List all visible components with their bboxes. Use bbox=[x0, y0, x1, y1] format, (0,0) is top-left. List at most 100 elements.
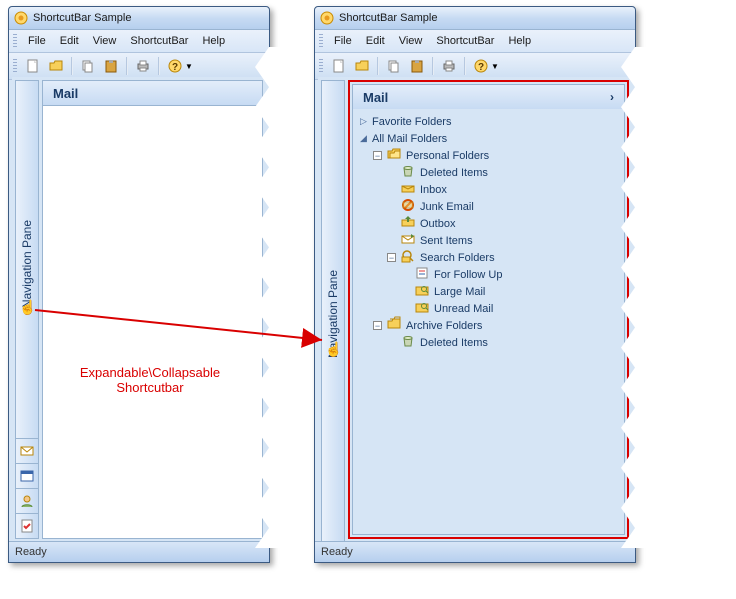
svg-text:?: ? bbox=[172, 62, 178, 73]
menu-help[interactable]: Help bbox=[501, 33, 538, 49]
menu-view[interactable]: View bbox=[392, 33, 430, 49]
menu-help[interactable]: Help bbox=[195, 33, 232, 49]
shortcut-calendar-button[interactable] bbox=[16, 463, 38, 488]
menubar-grip[interactable] bbox=[13, 34, 17, 48]
mail-header[interactable]: Mail › bbox=[352, 84, 625, 109]
tree-section-allmail[interactable]: ◢ All Mail Folders bbox=[359, 130, 618, 147]
menu-edit[interactable]: Edit bbox=[359, 33, 392, 49]
highlighted-region: Mail › ▷ Favorite Folders ◢ All Mail Fol… bbox=[348, 80, 629, 539]
tree-item-label: Sent Items bbox=[420, 235, 473, 247]
navpane-label: Navigation Pane bbox=[20, 219, 34, 307]
tree-item[interactable]: − Personal Folders bbox=[359, 147, 618, 164]
tree-item[interactable]: − Search Folders bbox=[359, 249, 618, 266]
shortcut-tasks-button[interactable] bbox=[16, 513, 38, 538]
toolbar-grip[interactable] bbox=[319, 59, 323, 73]
tree-item[interactable]: Unread Mail bbox=[359, 300, 618, 317]
print-button[interactable] bbox=[132, 55, 154, 77]
tree-section-favorites[interactable]: ▷ Favorite Folders bbox=[359, 113, 618, 130]
toolbar: ? ▼ bbox=[9, 53, 269, 80]
app-icon bbox=[14, 11, 28, 25]
content-pane: Mail bbox=[42, 80, 263, 539]
menubar-grip[interactable] bbox=[319, 34, 323, 48]
tree-item-label: Large Mail bbox=[434, 286, 485, 298]
print-button[interactable] bbox=[438, 55, 460, 77]
window-title: ShortcutBar Sample bbox=[339, 12, 437, 24]
expander-minus-icon[interactable]: − bbox=[373, 321, 382, 330]
expander-spacer bbox=[387, 202, 396, 211]
menu-shortcutbar[interactable]: ShortcutBar bbox=[429, 33, 501, 49]
toolbar-divider bbox=[432, 57, 434, 75]
window-expanded: ShortcutBar Sample File Edit View Shortc… bbox=[314, 6, 636, 563]
cursor-hand-icon: ☝ bbox=[19, 299, 36, 316]
statusbar: Ready bbox=[315, 541, 635, 562]
menu-edit[interactable]: Edit bbox=[53, 33, 86, 49]
expander-spacer bbox=[387, 219, 396, 228]
help-button[interactable]: ? bbox=[164, 55, 186, 77]
tree-label: All Mail Folders bbox=[372, 133, 447, 145]
mail-header-title: Mail bbox=[363, 90, 388, 105]
tree-item[interactable]: Inbox bbox=[359, 181, 618, 198]
copy-button[interactable] bbox=[77, 55, 99, 77]
tree-item[interactable]: Large Mail bbox=[359, 283, 618, 300]
help-dropdown-icon[interactable]: ▼ bbox=[491, 62, 499, 71]
expander-spacer bbox=[387, 168, 396, 177]
shortcut-mail-button[interactable] bbox=[16, 439, 38, 463]
annotation-text: Expandable\Collapsable Shortcutbar bbox=[60, 365, 240, 395]
status-text: Ready bbox=[15, 546, 47, 558]
shortcut-contacts-button[interactable] bbox=[16, 488, 38, 513]
toolbar-grip[interactable] bbox=[13, 59, 17, 73]
tree-item-label: Search Folders bbox=[420, 252, 495, 264]
shortcutbar-expanded-handle[interactable]: Navigation Pane ☝ bbox=[321, 80, 345, 547]
shortcutbar-collapsed[interactable]: Navigation Pane ☝ bbox=[15, 80, 39, 447]
help-button[interactable]: ? bbox=[470, 55, 492, 77]
expander-minus-icon[interactable]: − bbox=[387, 253, 396, 262]
tree-item-label: Junk Email bbox=[420, 201, 474, 213]
toolbar-divider bbox=[71, 57, 73, 75]
toolbar-divider bbox=[464, 57, 466, 75]
toolbar: ? ▼ bbox=[315, 53, 635, 80]
statusbar: Ready bbox=[9, 541, 269, 562]
expander-spacer bbox=[401, 304, 410, 313]
tree-item[interactable]: Deleted Items bbox=[359, 164, 618, 181]
titlebar[interactable]: ShortcutBar Sample bbox=[315, 7, 635, 30]
app-icon bbox=[320, 11, 334, 25]
expander-minus-icon[interactable]: − bbox=[373, 151, 382, 160]
status-text: Ready bbox=[321, 546, 353, 558]
trash-icon bbox=[400, 333, 416, 352]
shortcut-icons-column bbox=[15, 438, 39, 539]
tree-item-label: Archive Folders bbox=[406, 320, 482, 332]
menubar: File Edit View ShortcutBar Help bbox=[315, 30, 635, 53]
menubar: File Edit View ShortcutBar Help bbox=[9, 30, 269, 53]
expander-spacer bbox=[387, 236, 396, 245]
window-title: ShortcutBar Sample bbox=[33, 12, 131, 24]
tree-item[interactable]: Outbox bbox=[359, 215, 618, 232]
copy-button[interactable] bbox=[383, 55, 405, 77]
expander-down-icon[interactable]: ◢ bbox=[359, 134, 368, 143]
tree-item[interactable]: Deleted Items bbox=[359, 334, 618, 351]
tree-item-label: Deleted Items bbox=[420, 337, 488, 349]
client-area: Navigation Pane ☝ Mail bbox=[12, 77, 266, 542]
tree-item[interactable]: Junk Email bbox=[359, 198, 618, 215]
paste-button[interactable] bbox=[406, 55, 428, 77]
tree-item-label: Personal Folders bbox=[406, 150, 489, 162]
tree-item[interactable]: − Archive Folders bbox=[359, 317, 618, 334]
new-file-button[interactable] bbox=[328, 55, 350, 77]
help-dropdown-icon[interactable]: ▼ bbox=[185, 62, 193, 71]
menu-file[interactable]: File bbox=[21, 33, 53, 49]
cursor-hand-icon: ☝ bbox=[325, 341, 342, 358]
open-file-button[interactable] bbox=[45, 55, 67, 77]
expander-right-icon[interactable]: ▷ bbox=[359, 117, 368, 126]
menu-shortcutbar[interactable]: ShortcutBar bbox=[123, 33, 195, 49]
menu-file[interactable]: File bbox=[327, 33, 359, 49]
open-file-button[interactable] bbox=[351, 55, 373, 77]
menu-view[interactable]: View bbox=[86, 33, 124, 49]
tree-item[interactable]: Sent Items bbox=[359, 232, 618, 249]
client-area: Navigation Pane ☝ Mail › ▷ Favorite Fold… bbox=[318, 77, 632, 542]
titlebar[interactable]: ShortcutBar Sample bbox=[9, 7, 269, 30]
chevron-right-icon: › bbox=[610, 90, 614, 104]
tree-item[interactable]: For Follow Up bbox=[359, 266, 618, 283]
mail-header: Mail bbox=[43, 81, 262, 106]
paste-button[interactable] bbox=[100, 55, 122, 77]
new-file-button[interactable] bbox=[22, 55, 44, 77]
toolbar-divider bbox=[158, 57, 160, 75]
